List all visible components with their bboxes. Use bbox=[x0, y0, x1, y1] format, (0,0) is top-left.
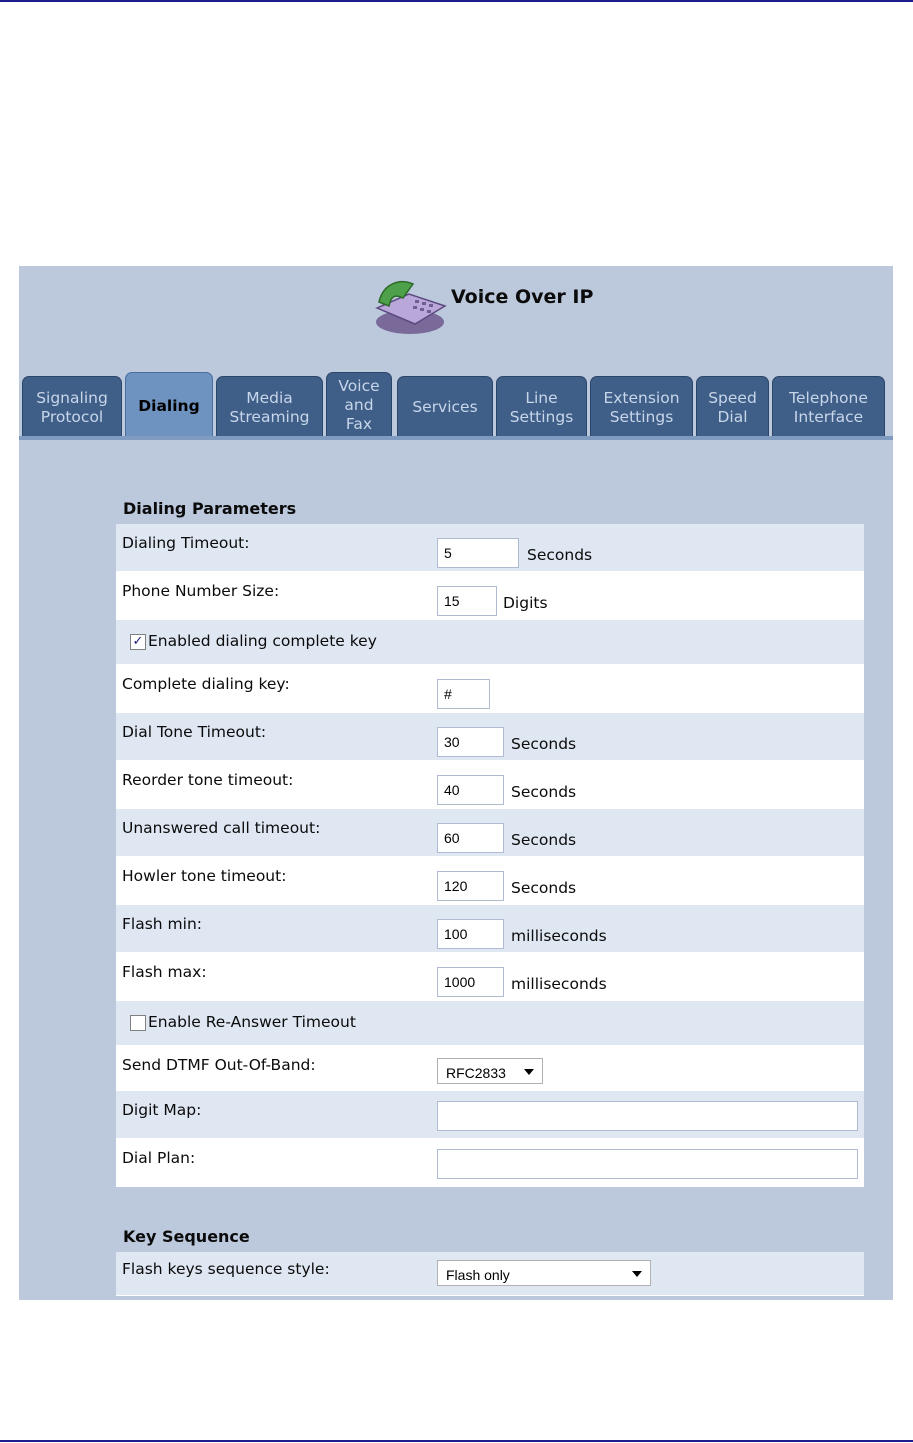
phone-number-size-label: Phone Number Size: bbox=[122, 582, 280, 600]
row-enabled-complete-key: ✓ Enabled dialing complete key bbox=[116, 620, 864, 665]
row-howler-tone-timeout: Howler tone timeout: 120 Seconds bbox=[116, 857, 864, 905]
flash-min-input[interactable]: 100 bbox=[437, 919, 504, 949]
reorder-tone-timeout-label: Reorder tone timeout: bbox=[122, 771, 294, 789]
reanswer-timeout-checkbox[interactable] bbox=[130, 1015, 146, 1031]
section-title-dialing-parameters: Dialing Parameters bbox=[123, 499, 297, 518]
row-flash-max: Flash max: 1000 milliseconds bbox=[116, 953, 864, 1001]
row-reanswer-timeout: Enable Re-Answer Timeout bbox=[116, 1001, 864, 1046]
flash-keys-style-select[interactable]: Flash only bbox=[437, 1260, 651, 1286]
dialing-timeout-input[interactable]: 5 bbox=[437, 538, 519, 568]
digit-map-input[interactable] bbox=[437, 1101, 858, 1131]
howler-tone-timeout-label: Howler tone timeout: bbox=[122, 867, 287, 885]
tab-underline bbox=[19, 436, 893, 440]
tab-label: Voice and Fax bbox=[338, 377, 380, 433]
howler-tone-timeout-input[interactable]: 120 bbox=[437, 871, 504, 901]
flash-max-input[interactable]: 1000 bbox=[437, 967, 504, 997]
chevron-down-icon bbox=[632, 1271, 642, 1277]
tab-label: Telephone Interface bbox=[789, 388, 868, 426]
tab-label: Speed Dial bbox=[708, 388, 757, 426]
row-flash-min: Flash min: 100 milliseconds bbox=[116, 905, 864, 953]
dialing-timeout-unit: Seconds bbox=[527, 546, 593, 564]
row-phone-number-size: Phone Number Size: 15 Digits bbox=[116, 572, 864, 620]
flash-keys-style-value: Flash only bbox=[446, 1267, 510, 1283]
enabled-complete-key-label: Enabled dialing complete key bbox=[148, 632, 377, 650]
row-complete-dialing-key: Complete dialing key: # bbox=[116, 665, 864, 713]
reorder-tone-timeout-unit: Seconds bbox=[511, 783, 577, 801]
page-title: Voice Over IP bbox=[451, 286, 594, 308]
reanswer-timeout-label: Enable Re-Answer Timeout bbox=[148, 1013, 356, 1031]
enabled-complete-key-checkbox[interactable]: ✓ bbox=[130, 634, 146, 650]
unanswered-call-timeout-unit: Seconds bbox=[511, 831, 577, 849]
send-dtmf-value: RFC2833 bbox=[446, 1065, 506, 1081]
reorder-tone-timeout-input[interactable]: 40 bbox=[437, 775, 504, 805]
flash-max-unit: milliseconds bbox=[511, 975, 607, 993]
dialing-timeout-label: Dialing Timeout: bbox=[122, 534, 250, 552]
row-reorder-tone-timeout: Reorder tone timeout: 40 Seconds bbox=[116, 761, 864, 809]
bottom-rule bbox=[0, 1440, 913, 1442]
tab-label: Services bbox=[412, 398, 478, 416]
row-send-dtmf: Send DTMF Out-Of-Band: RFC2833 bbox=[116, 1046, 864, 1091]
top-rule bbox=[0, 0, 913, 2]
row-dialing-timeout: Dialing Timeout: 5 Seconds bbox=[116, 524, 864, 572]
flash-keys-style-label: Flash keys sequence style: bbox=[122, 1260, 330, 1278]
dial-plan-input[interactable] bbox=[437, 1149, 858, 1179]
tab-label: Media Streaming bbox=[229, 388, 310, 426]
complete-dialing-key-label: Complete dialing key: bbox=[122, 675, 290, 693]
voip-settings-window: Voice Over IP Signaling Protocol Dialing… bbox=[19, 266, 893, 1300]
howler-tone-timeout-unit: Seconds bbox=[511, 879, 577, 897]
flash-min-unit: milliseconds bbox=[511, 927, 607, 945]
row-flash-keys-style: Flash keys sequence style: Flash only bbox=[116, 1252, 864, 1296]
tab-voice-and-fax[interactable]: Voice and Fax bbox=[326, 372, 392, 438]
row-unanswered-call-timeout: Unanswered call timeout: 60 Seconds bbox=[116, 809, 864, 857]
tab-label: Dialing bbox=[138, 397, 200, 415]
tab-bar: Signaling Protocol Dialing Media Streami… bbox=[19, 372, 893, 440]
row-dial-tone-timeout: Dial Tone Timeout: 30 Seconds bbox=[116, 713, 864, 761]
unanswered-call-timeout-label: Unanswered call timeout: bbox=[122, 819, 321, 837]
checkmark-icon: ✓ bbox=[132, 634, 144, 649]
digit-map-label: Digit Map: bbox=[122, 1101, 202, 1119]
dial-tone-timeout-unit: Seconds bbox=[511, 735, 577, 753]
tab-label: Extension Settings bbox=[603, 388, 680, 426]
tab-extension-settings[interactable]: Extension Settings bbox=[590, 376, 693, 438]
dial-plan-label: Dial Plan: bbox=[122, 1149, 196, 1167]
flash-max-label: Flash max: bbox=[122, 963, 207, 981]
phone-number-size-unit: Digits bbox=[503, 594, 548, 612]
tab-services[interactable]: Services bbox=[397, 376, 493, 438]
dial-tone-timeout-input[interactable]: 30 bbox=[437, 727, 504, 757]
tab-label: Line Settings bbox=[509, 388, 574, 426]
phone-number-size-input[interactable]: 15 bbox=[437, 586, 497, 616]
tab-speed-dial[interactable]: Speed Dial bbox=[696, 376, 769, 438]
tab-media-streaming[interactable]: Media Streaming bbox=[216, 376, 323, 438]
page-header: Voice Over IP bbox=[19, 266, 893, 386]
flash-min-label: Flash min: bbox=[122, 915, 202, 933]
tab-line-settings[interactable]: Line Settings bbox=[496, 376, 587, 438]
tab-telephone-interface[interactable]: Telephone Interface bbox=[772, 376, 885, 438]
send-dtmf-label: Send DTMF Out-Of-Band: bbox=[122, 1056, 316, 1074]
tab-signaling-protocol[interactable]: Signaling Protocol bbox=[22, 376, 122, 438]
phone-icon bbox=[375, 281, 447, 334]
section-title-key-sequence: Key Sequence bbox=[123, 1227, 250, 1246]
row-dial-plan: Dial Plan: bbox=[116, 1139, 864, 1187]
tab-label: Signaling Protocol bbox=[36, 388, 108, 426]
tab-dialing[interactable]: Dialing bbox=[125, 372, 213, 440]
chevron-down-icon bbox=[524, 1069, 534, 1075]
dial-tone-timeout-label: Dial Tone Timeout: bbox=[122, 723, 267, 741]
unanswered-call-timeout-input[interactable]: 60 bbox=[437, 823, 504, 853]
complete-dialing-key-input[interactable]: # bbox=[437, 679, 490, 709]
row-digit-map: Digit Map: bbox=[116, 1091, 864, 1139]
send-dtmf-select[interactable]: RFC2833 bbox=[437, 1058, 543, 1084]
